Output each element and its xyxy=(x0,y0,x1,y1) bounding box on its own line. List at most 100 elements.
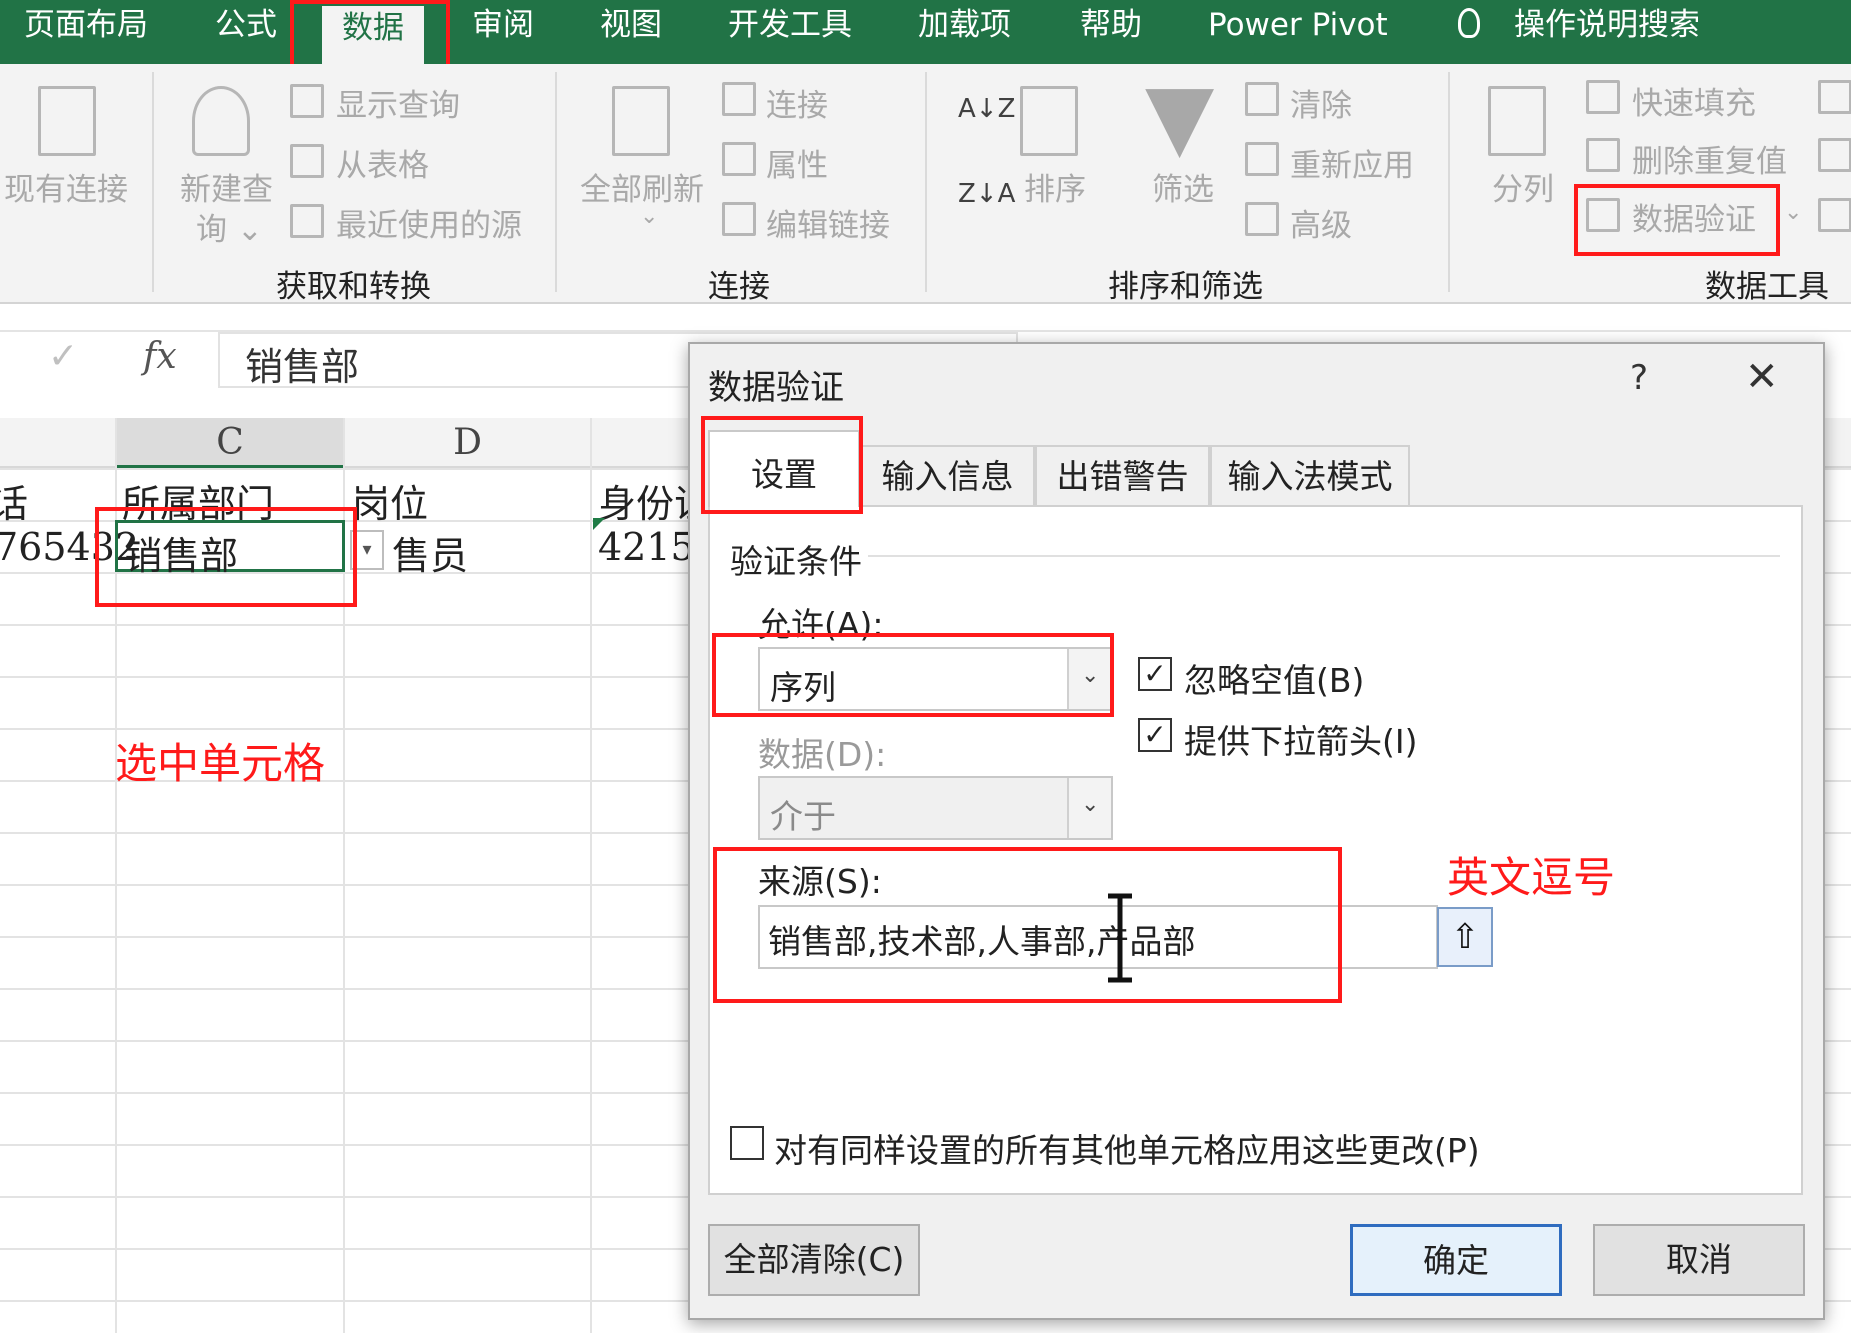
reapply-icon xyxy=(1245,142,1279,176)
cell-d2[interactable]: 售员 xyxy=(392,525,468,580)
cell-b1-partial[interactable]: 话 xyxy=(0,473,28,528)
tell-me-search[interactable]: 操作说明搜索 xyxy=(1458,0,1700,64)
consolidate-icon xyxy=(1818,80,1851,114)
data-validation-button[interactable]: 数据验证 xyxy=(1632,194,1756,239)
chevron-down-icon[interactable]: ⌄ xyxy=(1067,649,1111,709)
apply-all-label: 对有同样设置的所有其他单元格应用这些更改(P) xyxy=(774,1131,1480,1170)
refresh-all-icon xyxy=(612,86,670,156)
advanced-button[interactable]: 高级 xyxy=(1290,200,1352,245)
clear-button[interactable]: 清除 xyxy=(1290,80,1352,125)
annotation-select-cell: 选中单元格 xyxy=(115,739,326,788)
manage-data-model-icon xyxy=(1818,198,1851,232)
tab-review[interactable]: 审阅 xyxy=(472,0,534,64)
new-query-button[interactable]: 新建查 xyxy=(180,164,273,209)
show-queries-button[interactable]: 显示查询 xyxy=(336,80,460,125)
cell-d1[interactable]: 岗位 xyxy=(352,473,428,528)
from-table-icon xyxy=(290,144,324,178)
advanced-filter-icon xyxy=(1245,202,1279,236)
source-label: 来源(S): xyxy=(758,862,882,901)
flash-fill-button[interactable]: 快速填充 xyxy=(1632,78,1756,123)
new-query-icon xyxy=(192,86,250,156)
tab-data[interactable]: 数据 xyxy=(322,6,424,64)
group-sort-filter-label: 排序和筛选 xyxy=(1108,269,1263,305)
lightbulb-icon xyxy=(1458,7,1480,38)
cell-c2[interactable]: 销售部 xyxy=(124,525,238,580)
group-data-tools-label: 数据工具 xyxy=(1705,269,1829,305)
tell-me-label: 操作说明搜索 xyxy=(1514,7,1700,43)
remove-duplicates-icon xyxy=(1586,138,1620,172)
text-to-columns-button[interactable]: 分列 xyxy=(1492,164,1554,209)
show-queries-icon xyxy=(290,84,324,118)
ribbon-separator xyxy=(152,72,154,292)
cell-dropdown-arrow-icon[interactable]: ▾ xyxy=(350,530,384,570)
tab-view[interactable]: 视图 xyxy=(600,0,662,64)
group-get-transform-label: 获取和转换 xyxy=(276,269,431,305)
ribbon-separator xyxy=(925,72,927,292)
ok-button[interactable]: 确定 xyxy=(1350,1224,1562,1296)
filter-icon: ▼ xyxy=(1145,64,1215,169)
collapse-dialog-icon[interactable]: ⇧ xyxy=(1437,907,1493,967)
remove-duplicates-button[interactable]: 删除重复值 xyxy=(1632,136,1787,181)
properties-button[interactable]: 属性 xyxy=(766,140,828,185)
sort-ascending-button[interactable]: A↓Z xyxy=(958,94,1015,124)
tab-help[interactable]: 帮助 xyxy=(1080,0,1142,64)
clear-filter-icon xyxy=(1245,82,1279,116)
tab-developer[interactable]: 开发工具 xyxy=(728,0,852,64)
connections-icon xyxy=(722,82,756,116)
insert-function-icon[interactable]: fx xyxy=(143,336,177,377)
tab-ime-mode[interactable]: 输入法模式 xyxy=(1210,445,1410,505)
clear-all-button[interactable]: 全部清除(C) xyxy=(708,1224,920,1296)
formula-value: 销售部 xyxy=(245,345,360,389)
tab-power-pivot[interactable]: Power Pivot xyxy=(1208,0,1388,64)
data-select: 介于 ⌄ xyxy=(758,776,1113,840)
existing-connections-icon xyxy=(38,86,96,156)
edit-links-icon xyxy=(722,202,756,236)
apply-all-checkbox[interactable] xyxy=(730,1126,764,1160)
enter-check-icon[interactable]: ✓ xyxy=(48,336,88,377)
relationships-icon xyxy=(1818,138,1851,172)
tab-input-message[interactable]: 输入信息 xyxy=(860,445,1035,505)
column-header-d[interactable]: D xyxy=(345,418,590,468)
connections-button[interactable]: 连接 xyxy=(766,80,828,125)
tab-formulas[interactable]: 公式 xyxy=(215,0,277,64)
edit-links-button[interactable]: 编辑链接 xyxy=(766,200,890,245)
help-icon[interactable]: ? xyxy=(1630,358,1648,398)
allow-label: 允许(A): xyxy=(758,605,884,644)
validation-criteria-label: 验证条件 xyxy=(730,542,862,581)
data-label: 数据(D): xyxy=(758,735,887,774)
sort-button[interactable]: 排序 xyxy=(1024,164,1086,209)
data-validation-icon xyxy=(1586,198,1620,232)
properties-icon xyxy=(722,142,756,176)
ribbon-separator xyxy=(555,72,557,292)
text-cursor-icon xyxy=(1108,893,1132,983)
new-query-button-line2[interactable]: 询 ⌄ xyxy=(196,204,263,249)
flash-fill-icon xyxy=(1586,80,1620,114)
excel-window: 页面布局 公式 数据 审阅 视图 开发工具 加载项 帮助 Power Pivot… xyxy=(0,0,1851,1333)
allow-value: 序列 xyxy=(770,668,836,707)
sort-descending-button[interactable]: Z↓A xyxy=(958,179,1015,209)
dropdown-arrow-label: 提供下拉箭头(I) xyxy=(1184,722,1418,761)
refresh-all-button[interactable]: 全部刷新 xyxy=(580,164,704,209)
filter-button[interactable]: 筛选 xyxy=(1152,164,1214,209)
recent-sources-button[interactable]: 最近使用的源 xyxy=(336,200,522,245)
allow-select[interactable]: 序列 ⌄ xyxy=(758,647,1113,711)
from-table-button[interactable]: 从表格 xyxy=(336,140,429,185)
tab-page-layout[interactable]: 页面布局 xyxy=(24,0,148,64)
dialog-title: 数据验证 xyxy=(708,368,844,408)
data-value: 介于 xyxy=(770,797,836,836)
recent-sources-icon xyxy=(290,204,324,238)
column-header-c[interactable]: C xyxy=(117,418,343,468)
dropdown-arrow-checkbox[interactable]: ✓ xyxy=(1138,718,1172,752)
tab-addins[interactable]: 加载项 xyxy=(918,0,1011,64)
ignore-blank-checkbox[interactable]: ✓ xyxy=(1138,657,1172,691)
ignore-blank-label: 忽略空值(B) xyxy=(1184,661,1365,700)
close-icon[interactable]: ✕ xyxy=(1745,354,1779,400)
cancel-button[interactable]: 取消 xyxy=(1593,1224,1805,1296)
refresh-all-dropdown-icon[interactable]: ⌄ xyxy=(640,204,658,229)
tab-error-alert[interactable]: 出错警告 xyxy=(1035,445,1210,505)
tab-settings[interactable]: 设置 xyxy=(708,430,860,507)
existing-connections-button[interactable]: 现有连接 xyxy=(4,164,128,209)
reapply-button[interactable]: 重新应用 xyxy=(1290,140,1414,185)
ribbon-body: 现有连接 新建查 询 ⌄ 显示查询 从表格 最近使用的源 获取和转换 全部刷新 … xyxy=(0,64,1851,305)
data-validation-dropdown-icon[interactable]: ⌄ xyxy=(1784,200,1802,225)
